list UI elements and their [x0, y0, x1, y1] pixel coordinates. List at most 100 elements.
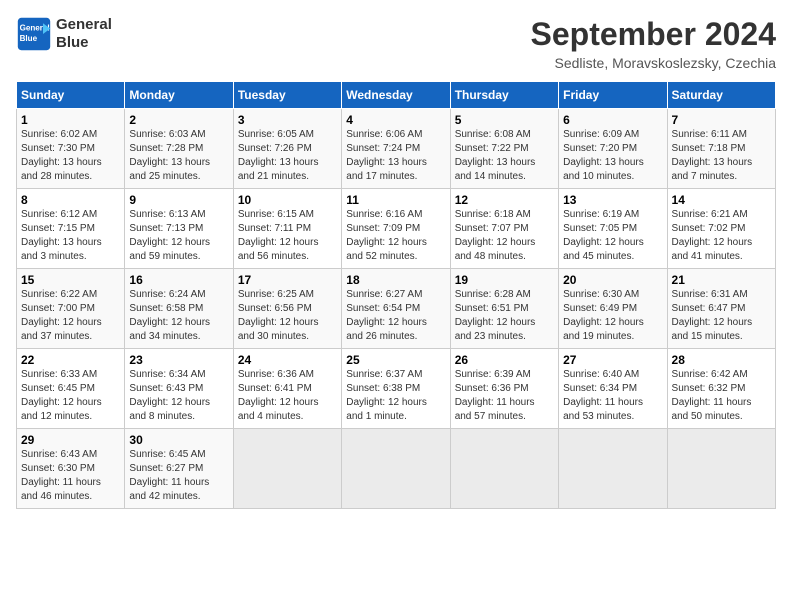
day-number: 5	[455, 113, 554, 127]
day-number: 14	[672, 193, 771, 207]
day-number: 8	[21, 193, 120, 207]
calendar-cell: 16Sunrise: 6:24 AM Sunset: 6:58 PM Dayli…	[125, 269, 233, 349]
calendar-subtitle: Sedliste, Moravskoslezsky, Czechia	[531, 55, 776, 71]
calendar-cell: 4Sunrise: 6:06 AM Sunset: 7:24 PM Daylig…	[342, 109, 450, 189]
day-number: 7	[672, 113, 771, 127]
calendar-cell: 19Sunrise: 6:28 AM Sunset: 6:51 PM Dayli…	[450, 269, 558, 349]
day-info: Sunrise: 6:03 AM Sunset: 7:28 PM Dayligh…	[129, 128, 228, 184]
svg-text:Blue: Blue	[20, 34, 38, 43]
calendar-cell: 26Sunrise: 6:39 AM Sunset: 6:36 PM Dayli…	[450, 349, 558, 429]
day-info: Sunrise: 6:12 AM Sunset: 7:15 PM Dayligh…	[21, 208, 120, 264]
calendar-table: SundayMondayTuesdayWednesdayThursdayFrid…	[16, 81, 776, 509]
day-number: 19	[455, 273, 554, 287]
day-info: Sunrise: 6:11 AM Sunset: 7:18 PM Dayligh…	[672, 128, 771, 184]
day-number: 11	[346, 193, 445, 207]
header-row: SundayMondayTuesdayWednesdayThursdayFrid…	[17, 82, 776, 109]
title-area: September 2024 Sedliste, Moravskoslezsky…	[531, 16, 776, 71]
header-day: Thursday	[450, 82, 558, 109]
calendar-week: 29Sunrise: 6:43 AM Sunset: 6:30 PM Dayli…	[17, 429, 776, 509]
calendar-cell	[667, 429, 775, 509]
day-number: 21	[672, 273, 771, 287]
calendar-cell: 22Sunrise: 6:33 AM Sunset: 6:45 PM Dayli…	[17, 349, 125, 429]
day-number: 17	[238, 273, 337, 287]
day-number: 16	[129, 273, 228, 287]
calendar-cell	[559, 429, 667, 509]
calendar-week: 22Sunrise: 6:33 AM Sunset: 6:45 PM Dayli…	[17, 349, 776, 429]
calendar-cell: 2Sunrise: 6:03 AM Sunset: 7:28 PM Daylig…	[125, 109, 233, 189]
day-number: 12	[455, 193, 554, 207]
day-info: Sunrise: 6:33 AM Sunset: 6:45 PM Dayligh…	[21, 368, 120, 424]
day-info: Sunrise: 6:18 AM Sunset: 7:07 PM Dayligh…	[455, 208, 554, 264]
calendar-cell	[450, 429, 558, 509]
day-number: 15	[21, 273, 120, 287]
day-info: Sunrise: 6:05 AM Sunset: 7:26 PM Dayligh…	[238, 128, 337, 184]
calendar-cell: 23Sunrise: 6:34 AM Sunset: 6:43 PM Dayli…	[125, 349, 233, 429]
calendar-title: September 2024	[531, 16, 776, 53]
day-info: Sunrise: 6:16 AM Sunset: 7:09 PM Dayligh…	[346, 208, 445, 264]
day-info: Sunrise: 6:21 AM Sunset: 7:02 PM Dayligh…	[672, 208, 771, 264]
day-number: 26	[455, 353, 554, 367]
header-day: Monday	[125, 82, 233, 109]
calendar-cell: 11Sunrise: 6:16 AM Sunset: 7:09 PM Dayli…	[342, 189, 450, 269]
day-number: 6	[563, 113, 662, 127]
logo-text-line1: General	[56, 16, 112, 34]
day-number: 10	[238, 193, 337, 207]
calendar-cell: 10Sunrise: 6:15 AM Sunset: 7:11 PM Dayli…	[233, 189, 341, 269]
day-number: 9	[129, 193, 228, 207]
day-number: 20	[563, 273, 662, 287]
day-number: 29	[21, 433, 120, 447]
day-info: Sunrise: 6:25 AM Sunset: 6:56 PM Dayligh…	[238, 288, 337, 344]
calendar-cell: 14Sunrise: 6:21 AM Sunset: 7:02 PM Dayli…	[667, 189, 775, 269]
day-number: 23	[129, 353, 228, 367]
calendar-header: SundayMondayTuesdayWednesdayThursdayFrid…	[17, 82, 776, 109]
calendar-week: 8Sunrise: 6:12 AM Sunset: 7:15 PM Daylig…	[17, 189, 776, 269]
day-info: Sunrise: 6:45 AM Sunset: 6:27 PM Dayligh…	[129, 448, 228, 504]
day-info: Sunrise: 6:09 AM Sunset: 7:20 PM Dayligh…	[563, 128, 662, 184]
calendar-cell: 18Sunrise: 6:27 AM Sunset: 6:54 PM Dayli…	[342, 269, 450, 349]
day-info: Sunrise: 6:08 AM Sunset: 7:22 PM Dayligh…	[455, 128, 554, 184]
calendar-cell	[342, 429, 450, 509]
header-day: Wednesday	[342, 82, 450, 109]
calendar-cell: 8Sunrise: 6:12 AM Sunset: 7:15 PM Daylig…	[17, 189, 125, 269]
calendar-cell: 24Sunrise: 6:36 AM Sunset: 6:41 PM Dayli…	[233, 349, 341, 429]
calendar-cell: 25Sunrise: 6:37 AM Sunset: 6:38 PM Dayli…	[342, 349, 450, 429]
day-info: Sunrise: 6:15 AM Sunset: 7:11 PM Dayligh…	[238, 208, 337, 264]
day-info: Sunrise: 6:43 AM Sunset: 6:30 PM Dayligh…	[21, 448, 120, 504]
day-number: 30	[129, 433, 228, 447]
day-info: Sunrise: 6:31 AM Sunset: 6:47 PM Dayligh…	[672, 288, 771, 344]
calendar-cell: 20Sunrise: 6:30 AM Sunset: 6:49 PM Dayli…	[559, 269, 667, 349]
day-info: Sunrise: 6:02 AM Sunset: 7:30 PM Dayligh…	[21, 128, 120, 184]
day-info: Sunrise: 6:34 AM Sunset: 6:43 PM Dayligh…	[129, 368, 228, 424]
calendar-cell: 7Sunrise: 6:11 AM Sunset: 7:18 PM Daylig…	[667, 109, 775, 189]
day-info: Sunrise: 6:42 AM Sunset: 6:32 PM Dayligh…	[672, 368, 771, 424]
calendar-cell: 15Sunrise: 6:22 AM Sunset: 7:00 PM Dayli…	[17, 269, 125, 349]
day-info: Sunrise: 6:13 AM Sunset: 7:13 PM Dayligh…	[129, 208, 228, 264]
calendar-cell: 21Sunrise: 6:31 AM Sunset: 6:47 PM Dayli…	[667, 269, 775, 349]
calendar-cell: 5Sunrise: 6:08 AM Sunset: 7:22 PM Daylig…	[450, 109, 558, 189]
header-day: Saturday	[667, 82, 775, 109]
calendar-cell: 13Sunrise: 6:19 AM Sunset: 7:05 PM Dayli…	[559, 189, 667, 269]
day-info: Sunrise: 6:22 AM Sunset: 7:00 PM Dayligh…	[21, 288, 120, 344]
calendar-body: 1Sunrise: 6:02 AM Sunset: 7:30 PM Daylig…	[17, 109, 776, 509]
day-info: Sunrise: 6:19 AM Sunset: 7:05 PM Dayligh…	[563, 208, 662, 264]
day-info: Sunrise: 6:28 AM Sunset: 6:51 PM Dayligh…	[455, 288, 554, 344]
calendar-cell: 12Sunrise: 6:18 AM Sunset: 7:07 PM Dayli…	[450, 189, 558, 269]
logo-icon: General Blue	[16, 16, 52, 52]
day-info: Sunrise: 6:36 AM Sunset: 6:41 PM Dayligh…	[238, 368, 337, 424]
day-info: Sunrise: 6:30 AM Sunset: 6:49 PM Dayligh…	[563, 288, 662, 344]
calendar-cell: 29Sunrise: 6:43 AM Sunset: 6:30 PM Dayli…	[17, 429, 125, 509]
day-number: 18	[346, 273, 445, 287]
day-info: Sunrise: 6:24 AM Sunset: 6:58 PM Dayligh…	[129, 288, 228, 344]
day-number: 24	[238, 353, 337, 367]
calendar-cell: 27Sunrise: 6:40 AM Sunset: 6:34 PM Dayli…	[559, 349, 667, 429]
calendar-week: 1Sunrise: 6:02 AM Sunset: 7:30 PM Daylig…	[17, 109, 776, 189]
day-number: 1	[21, 113, 120, 127]
day-number: 22	[21, 353, 120, 367]
calendar-cell: 9Sunrise: 6:13 AM Sunset: 7:13 PM Daylig…	[125, 189, 233, 269]
calendar-cell: 3Sunrise: 6:05 AM Sunset: 7:26 PM Daylig…	[233, 109, 341, 189]
header-day: Sunday	[17, 82, 125, 109]
day-number: 25	[346, 353, 445, 367]
day-info: Sunrise: 6:40 AM Sunset: 6:34 PM Dayligh…	[563, 368, 662, 424]
day-info: Sunrise: 6:27 AM Sunset: 6:54 PM Dayligh…	[346, 288, 445, 344]
day-info: Sunrise: 6:39 AM Sunset: 6:36 PM Dayligh…	[455, 368, 554, 424]
